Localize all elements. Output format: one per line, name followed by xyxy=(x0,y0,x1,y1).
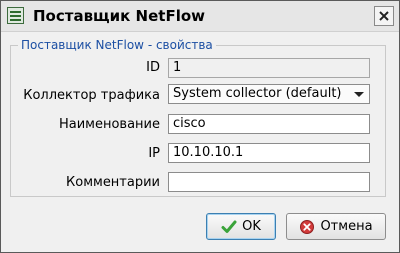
ip-field[interactable]: 10.10.10.1 xyxy=(168,143,370,163)
name-label: Наименование xyxy=(58,117,160,132)
id-field: 1 xyxy=(168,58,370,78)
cancel-circle-icon xyxy=(300,219,315,234)
window-title: Поставщик NetFlow xyxy=(33,7,206,25)
id-label: ID xyxy=(146,60,160,75)
comment-label: Комментарии xyxy=(66,175,160,190)
comment-field[interactable] xyxy=(168,172,370,192)
cancel-label: Отмена xyxy=(320,219,373,234)
list-window-icon xyxy=(7,7,24,24)
collector-label: Коллектор трафика xyxy=(23,88,160,103)
close-button[interactable] xyxy=(374,6,394,26)
title-bar[interactable]: Поставщик NetFlow xyxy=(1,1,399,32)
close-icon xyxy=(379,11,389,21)
group-title: Поставщик NetFlow - свойства xyxy=(18,38,216,52)
collector-select[interactable]: System collector (default) xyxy=(168,84,370,104)
collector-value: System collector (default) xyxy=(173,86,342,101)
ok-label: OK xyxy=(242,219,261,234)
ok-button[interactable]: OK xyxy=(206,213,276,240)
chevron-down-icon xyxy=(354,92,364,97)
name-field[interactable]: cisco xyxy=(168,114,370,134)
cancel-button[interactable]: Отмена xyxy=(286,213,386,240)
ip-label: IP xyxy=(148,146,160,161)
checkmark-icon xyxy=(221,220,237,233)
